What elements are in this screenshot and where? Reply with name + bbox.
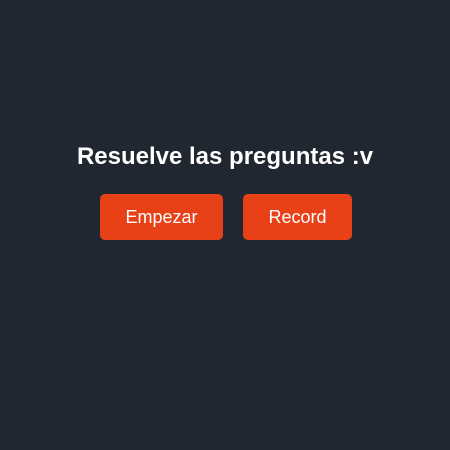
page-title: Resuelve las preguntas :v (76, 143, 374, 170)
record-button[interactable]: Record (243, 194, 352, 240)
quiz-start-screen: Resuelve las preguntas :v Empezar Record (0, 0, 450, 450)
start-button[interactable]: Empezar (100, 194, 223, 240)
